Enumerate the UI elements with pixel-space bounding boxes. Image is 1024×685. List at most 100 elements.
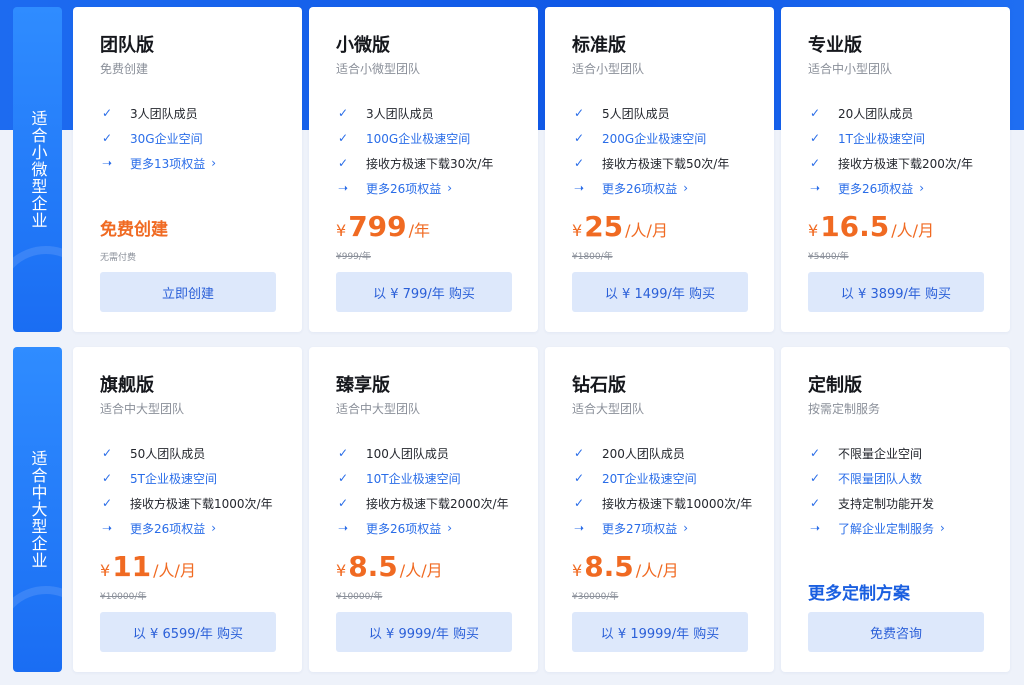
feature-text: 不限量团队人数 [838,471,923,486]
currency-symbol: ¥ [808,221,819,240]
purchase-button[interactable]: 以 ¥ 799/年 购买 [336,272,512,312]
price-value: 11 [112,550,152,583]
original-price: ¥10000/年 [100,592,147,602]
feature-item: ✓ 不限量团队人数 [808,469,1000,487]
price-value: 8.5 [348,550,398,583]
currency-symbol: ¥ [572,561,583,580]
purchase-button[interactable]: 免费咨询 [808,612,984,652]
feature-text: 200人团队成员 [602,446,685,461]
feature-text: 100G企业极速空间 [366,131,471,146]
check-icon: ✓ [337,496,349,510]
chevron-right-icon: › [447,181,453,195]
chevron-right-icon: › [683,521,689,535]
plan-card: 定制版 按需定制服务 ✓ 不限量企业空间 ✓ 不限量团队人数 ✓ 支持定制功能开发 ➝ 了解企业定… [781,347,1010,672]
more-benefits-link[interactable]: ➝ 了解企业定制服务 › [808,519,1000,537]
feature-item: ✓ 接收方极速下载30次/年 [336,154,528,172]
more-benefits-link[interactable]: ➝ 更多26项权益 › [572,179,764,197]
more-benefits-link[interactable]: ➝ 更多26项权益 › [808,179,1000,197]
more-benefits-link[interactable]: ➝ 更多13项权益 › [100,154,292,172]
check-icon: ✓ [101,496,113,510]
check-icon: ✓ [573,496,585,510]
check-icon: ✓ [337,446,349,460]
plan-card: 团队版 免费创建 ✓ 3人团队成员 ✓ 30G企业空间 ➝ 更多13项权益 › 免费创建 无需付费立… [73,7,302,332]
feature-item: ✓ 支持定制功能开发 [808,494,1000,512]
plan-title: 钻石版 [572,375,626,396]
purchase-button[interactable]: 以 ¥ 6599/年 购买 [100,612,276,652]
custom-plan-label: 更多定制方案 [808,584,910,604]
check-icon: ✓ [809,496,821,510]
feature-item: ✓ 3人团队成员 [336,104,528,122]
check-icon: ✓ [101,471,113,485]
more-benefits-link[interactable]: ➝ 更多26项权益 › [336,179,528,197]
feature-item: ✓ 1T企业极速空间 [808,129,1000,147]
currency-symbol: ¥ [336,221,347,240]
chevron-right-icon: › [447,521,453,535]
plan-subtitle: 适合小型团队 [572,62,645,76]
check-icon: ✓ [573,131,585,145]
feature-item: ✓ 100人团队成员 [336,444,528,462]
plan-subtitle: 免费创建 [100,62,149,76]
feature-item: ✓ 30G企业空间 [100,129,292,147]
feature-item: ✓ 3人团队成员 [100,104,292,122]
price-value: 8.5 [584,550,634,583]
purchase-button[interactable]: 以 ¥ 1499/年 购买 [572,272,748,312]
feature-text: 20T企业极速空间 [602,471,697,486]
purchase-button[interactable]: 立即创建 [100,272,276,312]
plan-title: 小微版 [336,35,390,56]
feature-text: 5T企业极速空间 [130,471,217,486]
more-benefits-link[interactable]: ➝ 更多26项权益 › [100,519,292,537]
feature-item: ✓ 接收方极速下载50次/年 [572,154,764,172]
purchase-button[interactable]: 以 ¥ 9999/年 购买 [336,612,512,652]
check-icon: ✓ [337,131,349,145]
check-icon: ✓ [337,156,349,170]
feature-text: 不限量企业空间 [838,446,923,461]
arrow-right-icon: ➝ [573,181,585,195]
check-icon: ✓ [101,106,113,120]
purchase-button[interactable]: 以 ¥ 19999/年 购买 [572,612,748,652]
plan-title: 团队版 [100,35,154,56]
feature-text: 1T企业极速空间 [838,131,925,146]
price-note: 无需付费 [100,253,137,263]
price-unit: /人/月 [891,221,935,240]
arrow-right-icon: ➝ [337,521,349,535]
original-price: ¥30000/年 [572,592,619,602]
more-benefits-link[interactable]: ➝ 更多26项权益 › [336,519,528,537]
feature-item: ✓ 接收方极速下载200次/年 [808,154,1000,172]
price-value: 799 [348,210,407,243]
feature-item: ✓ 20人团队成员 [808,104,1000,122]
plan-title: 专业版 [808,35,862,56]
feature-item: ✓ 10T企业极速空间 [336,469,528,487]
plan-subtitle: 适合小微型团队 [336,62,421,76]
feature-item: ✓ 接收方极速下载2000次/年 [336,494,528,512]
arrow-right-icon: ➝ [809,181,821,195]
feature-text: 更多27项权益 [602,521,678,536]
feature-item: ✓ 50人团队成员 [100,444,292,462]
price: ¥25/人/月 [572,210,668,243]
arrow-right-icon: ➝ [337,181,349,195]
feature-text: 接收方极速下载50次/年 [602,156,730,171]
original-price: ¥5400/年 [808,252,849,262]
check-icon: ✓ [809,446,821,460]
plan-title: 定制版 [808,375,862,396]
check-icon: ✓ [337,471,349,485]
price: ¥8.5/人/月 [572,550,679,583]
currency-symbol: ¥ [100,561,111,580]
more-benefits-link[interactable]: ➝ 更多27项权益 › [572,519,764,537]
feature-text: 更多26项权益 [366,521,442,536]
check-icon: ✓ [809,131,821,145]
feature-item: ✓ 不限量企业空间 [808,444,1000,462]
check-icon: ✓ [573,106,585,120]
feature-text: 更多26项权益 [838,181,914,196]
original-price: ¥999/年 [336,252,371,262]
plan-card: 小微版 适合小微型团队 ✓ 3人团队成员 ✓ 100G企业极速空间 ✓ 接收方极速下载30次/… [309,7,538,332]
purchase-button[interactable]: 以 ¥ 3899/年 购买 [808,272,984,312]
feature-item: ✓ 100G企业极速空间 [336,129,528,147]
feature-text: 接收方极速下载30次/年 [366,156,494,171]
plan-subtitle: 适合大型团队 [572,402,645,416]
side-label-large-business: 适合中大型企业 [13,347,62,672]
plan-title: 臻享版 [336,375,390,396]
price: ¥8.5/人/月 [336,550,443,583]
feature-text: 3人团队成员 [366,106,434,121]
arrow-right-icon: ➝ [573,521,585,535]
price-unit: /年 [408,221,431,240]
